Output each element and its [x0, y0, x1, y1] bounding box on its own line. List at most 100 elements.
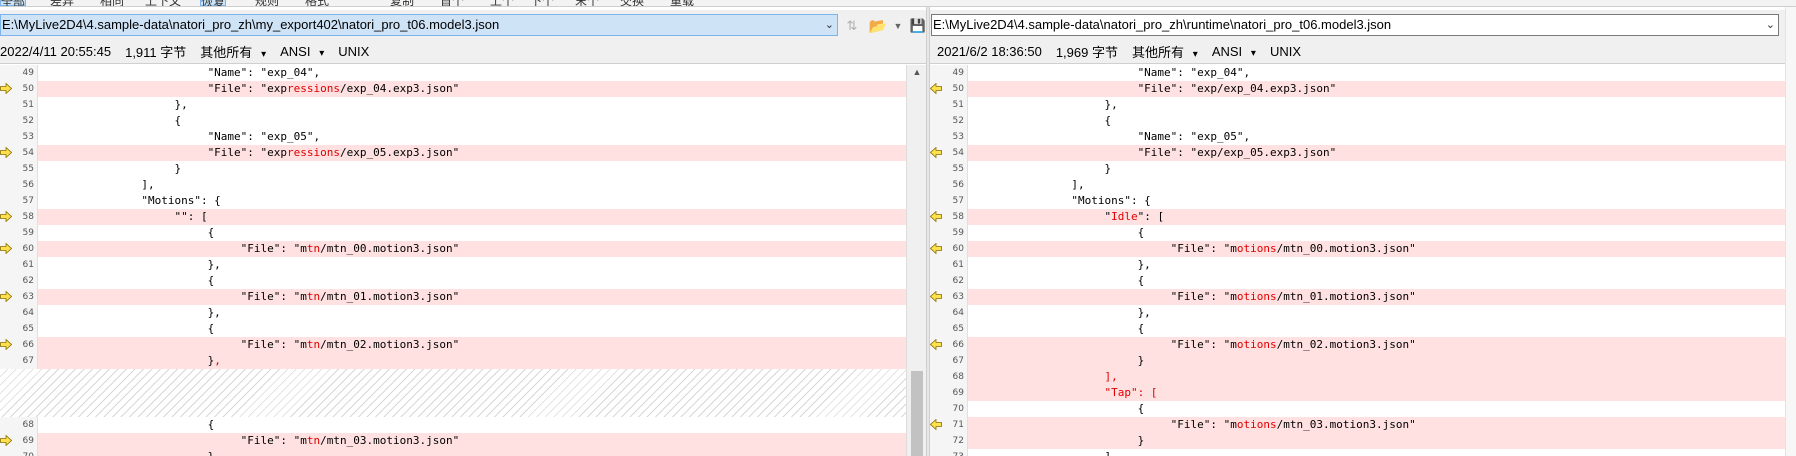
code-line[interactable]: 52 { [0, 113, 906, 129]
code-line[interactable]: 59 { [930, 225, 1785, 241]
text-segment: /mtn_03.motion3.json" [320, 434, 460, 447]
code-line[interactable]: 49 "Name": "exp_04", [930, 65, 1785, 81]
left-code-view[interactable]: 49 "Name": "exp_04", 50 "File": "expressi… [0, 65, 906, 456]
right-path-input[interactable]: E:\MyLive2D4\4.sample-data\natori_pro_zh… [931, 14, 1779, 36]
chevron-down-icon[interactable]: ⌄ [825, 15, 834, 35]
left-vertical-scrollbar[interactable]: ▲ [906, 65, 926, 456]
toolbar-button[interactable]: 上下文 [145, 0, 181, 6]
yellow-arrow-icon[interactable] [0, 211, 12, 222]
code-line[interactable]: 67 }, [0, 353, 906, 369]
toolbar-button[interactable]: 相同 [100, 0, 124, 6]
sync-arrows-icon[interactable]: ⇅ [842, 16, 862, 36]
code-line[interactable]: 70 { [930, 401, 1785, 417]
yellow-arrow-icon[interactable] [930, 339, 942, 350]
code-line[interactable]: 65 { [0, 321, 906, 337]
toolbar-button[interactable]: 上个 [490, 0, 514, 6]
right-code-view[interactable]: 49 "Name": "exp_04", 50 "File": "exp/exp_… [930, 65, 1785, 456]
scrollbar-thumb[interactable] [911, 371, 923, 456]
code-line[interactable]: 70 }, [0, 449, 906, 456]
toolbar-button[interactable]: 首个 [440, 0, 464, 6]
code-line[interactable]: 50 "File": "expressions/exp_04.exp3.json… [0, 81, 906, 97]
yellow-arrow-icon[interactable] [930, 419, 942, 430]
folder-open-icon[interactable]: 📂 [868, 16, 888, 36]
code-line[interactable]: 49 "Name": "exp_04", [0, 65, 906, 81]
scroll-up-arrow-icon[interactable]: ▲ [907, 67, 926, 77]
yellow-arrow-icon[interactable] [930, 147, 942, 158]
toolbar-button[interactable]: 差异 [50, 0, 74, 6]
triangle-down-icon[interactable]: ▼ [894, 16, 903, 36]
code-line[interactable]: 72 } [930, 433, 1785, 449]
save-disk-icon[interactable]: 💾 [908, 16, 926, 36]
right-eol[interactable]: UNIX [1270, 44, 1301, 59]
left-encoding-select[interactable]: ANSI [280, 44, 324, 59]
left-filter-select[interactable]: 其他所有 [200, 42, 266, 61]
code-line[interactable]: 57 "Motions": { [0, 193, 906, 209]
toolbar-button[interactable]: 格式 [305, 0, 329, 6]
code-line[interactable]: 51 }, [0, 97, 906, 113]
code-line[interactable]: 64 }, [0, 305, 906, 321]
code-line[interactable]: 59 { [0, 225, 906, 241]
right-vertical-scrollbar[interactable] [1785, 7, 1796, 456]
toolbar-button[interactable]: 下个 [530, 0, 554, 6]
code-line[interactable]: 66 "File": "motions/mtn_02.motion3.json" [930, 337, 1785, 353]
toolbar-button[interactable]: 末个 [575, 0, 599, 6]
code-line[interactable]: 58 "": [ [0, 209, 906, 225]
chevron-down-icon[interactable]: ⌄ [1766, 15, 1775, 35]
code-line[interactable]: 60 "File": "mtn/mtn_00.motion3.json" [0, 241, 906, 257]
code-line[interactable]: 53 "Name": "exp_05", [930, 129, 1785, 145]
code-line[interactable]: 64 }, [930, 305, 1785, 321]
code-line[interactable]: 53 "Name": "exp_05", [0, 129, 906, 145]
code-line[interactable]: 50 "File": "exp/exp_04.exp3.json" [930, 81, 1785, 97]
yellow-arrow-icon[interactable] [930, 243, 942, 254]
code-line[interactable]: 68 { [0, 417, 906, 433]
code-line[interactable]: 58 "Idle": [ [930, 209, 1785, 225]
code-line[interactable]: 67 } [930, 353, 1785, 369]
code-line[interactable]: 62 { [0, 273, 906, 289]
toolbar-button[interactable]: 规则 [255, 0, 279, 6]
yellow-arrow-icon[interactable] [0, 435, 12, 446]
left-eol[interactable]: UNIX [338, 44, 369, 59]
code-line[interactable]: 69 "File": "mtn/mtn_03.motion3.json" [0, 433, 906, 449]
yellow-arrow-icon[interactable] [930, 211, 942, 222]
code-line[interactable]: 57 "Motions": { [930, 193, 1785, 209]
toolbar-button[interactable]: 交换 [620, 0, 644, 6]
code-line[interactable]: 68 ], [930, 369, 1785, 385]
code-line[interactable]: 55 } [930, 161, 1785, 177]
yellow-arrow-icon[interactable] [0, 83, 12, 94]
line-text: { [972, 113, 1785, 129]
code-line[interactable]: 63 "File": "mtn/mtn_01.motion3.json" [0, 289, 906, 305]
code-line[interactable]: 66 "File": "mtn/mtn_02.motion3.json" [0, 337, 906, 353]
toolbar-button[interactable]: 恢复 [200, 0, 227, 6]
code-line[interactable]: 69 "Tap": [ [930, 385, 1785, 401]
code-line[interactable]: 61 }, [0, 257, 906, 273]
right-encoding-select[interactable]: ANSI [1212, 44, 1256, 59]
code-line[interactable]: 73 ] [930, 449, 1785, 456]
line-text: { [42, 417, 906, 433]
code-line[interactable]: 63 "File": "motions/mtn_01.motion3.json" [930, 289, 1785, 305]
code-line[interactable]: 60 "File": "motions/mtn_00.motion3.json" [930, 241, 1785, 257]
left-path-input[interactable]: E:\MyLive2D4\4.sample-data\natori_pro_zh… [0, 14, 838, 36]
toolbar-button[interactable]: 重载 [670, 0, 694, 6]
code-line[interactable]: 51 }, [930, 97, 1785, 113]
yellow-arrow-icon[interactable] [0, 339, 12, 350]
yellow-arrow-icon[interactable] [0, 291, 12, 302]
code-line[interactable]: 54 "File": "expressions/exp_05.exp3.json… [0, 145, 906, 161]
code-line[interactable]: 71 "File": "motions/mtn_03.motion3.json" [930, 417, 1785, 433]
line-number: 70 [14, 449, 34, 456]
yellow-arrow-icon[interactable] [0, 243, 12, 254]
code-line[interactable]: 56 ], [930, 177, 1785, 193]
text-segment: /mtn_00.motion3.json" [1276, 242, 1416, 255]
yellow-arrow-icon[interactable] [930, 83, 942, 94]
yellow-arrow-icon[interactable] [0, 147, 12, 158]
right-filter-select[interactable]: 其他所有 [1132, 42, 1198, 61]
toolbar-button[interactable]: 全部 [0, 0, 27, 6]
code-line[interactable]: 56 ], [0, 177, 906, 193]
code-line[interactable]: 65 { [930, 321, 1785, 337]
code-line[interactable]: 54 "File": "exp/exp_05.exp3.json" [930, 145, 1785, 161]
code-line[interactable]: 55 } [0, 161, 906, 177]
code-line[interactable]: 52 { [930, 113, 1785, 129]
toolbar-button[interactable]: 复制 [390, 0, 414, 6]
yellow-arrow-icon[interactable] [930, 291, 942, 302]
code-line[interactable]: 61 }, [930, 257, 1785, 273]
code-line[interactable]: 62 { [930, 273, 1785, 289]
